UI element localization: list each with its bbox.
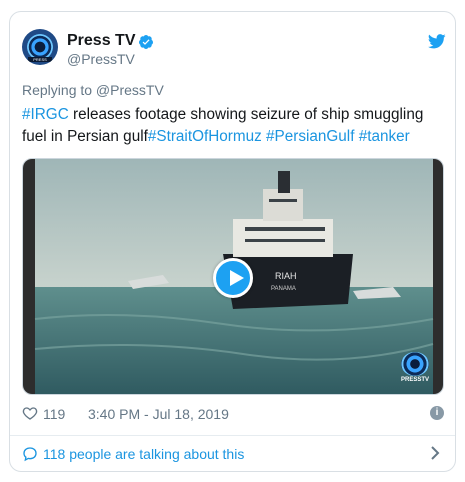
- tweet-text: #IRGC releases footage showing seizure o…: [22, 104, 452, 148]
- ship-superstructure: [233, 219, 333, 257]
- ship-name: RIAH: [275, 271, 297, 281]
- presstv-watermark: PRESSTV: [401, 352, 429, 384]
- like-count[interactable]: 119: [43, 406, 65, 422]
- watermark-label: PRESSTV: [401, 377, 430, 383]
- tweet-card: PRESS Press TV @PressTV Replying to @Pre…: [9, 11, 456, 472]
- presstv-logo-icon: [401, 352, 429, 376]
- hashtag-link[interactable]: #tanker: [359, 128, 410, 145]
- info-icon[interactable]: i: [430, 406, 444, 420]
- talking-about-text[interactable]: 118 people are talking about this: [43, 446, 244, 462]
- play-icon[interactable]: [213, 258, 253, 298]
- comment-bubble-icon: [23, 447, 37, 462]
- video-player[interactable]: RIAH PANAMA PRESSTV: [22, 158, 444, 395]
- timestamp[interactable]: 3:40 PM - Jul 18, 2019: [88, 406, 229, 422]
- replying-to[interactable]: Replying to @PressTV: [22, 82, 164, 98]
- hashtag-link[interactable]: #PersianGulf: [266, 128, 354, 145]
- ship-port: PANAMA: [271, 286, 296, 292]
- hashtag-link[interactable]: #StraitOfHormuz: [148, 128, 262, 145]
- display-name[interactable]: Press TV: [67, 32, 135, 50]
- talking-about-link[interactable]: 118 people are talking about this: [10, 436, 455, 471]
- user-handle[interactable]: @PressTV: [67, 51, 135, 67]
- verified-badge-icon: [139, 35, 153, 49]
- hashtag-link[interactable]: #IRGC: [22, 106, 69, 123]
- avatar[interactable]: PRESS: [22, 29, 58, 65]
- twitter-bird-icon[interactable]: [428, 34, 446, 49]
- chevron-right-icon[interactable]: [429, 445, 441, 461]
- tweet-meta: 119 3:40 PM - Jul 18, 2019 i: [22, 404, 444, 424]
- heart-icon[interactable]: [22, 405, 38, 421]
- avatar-logo-text: PRESS: [28, 57, 52, 62]
